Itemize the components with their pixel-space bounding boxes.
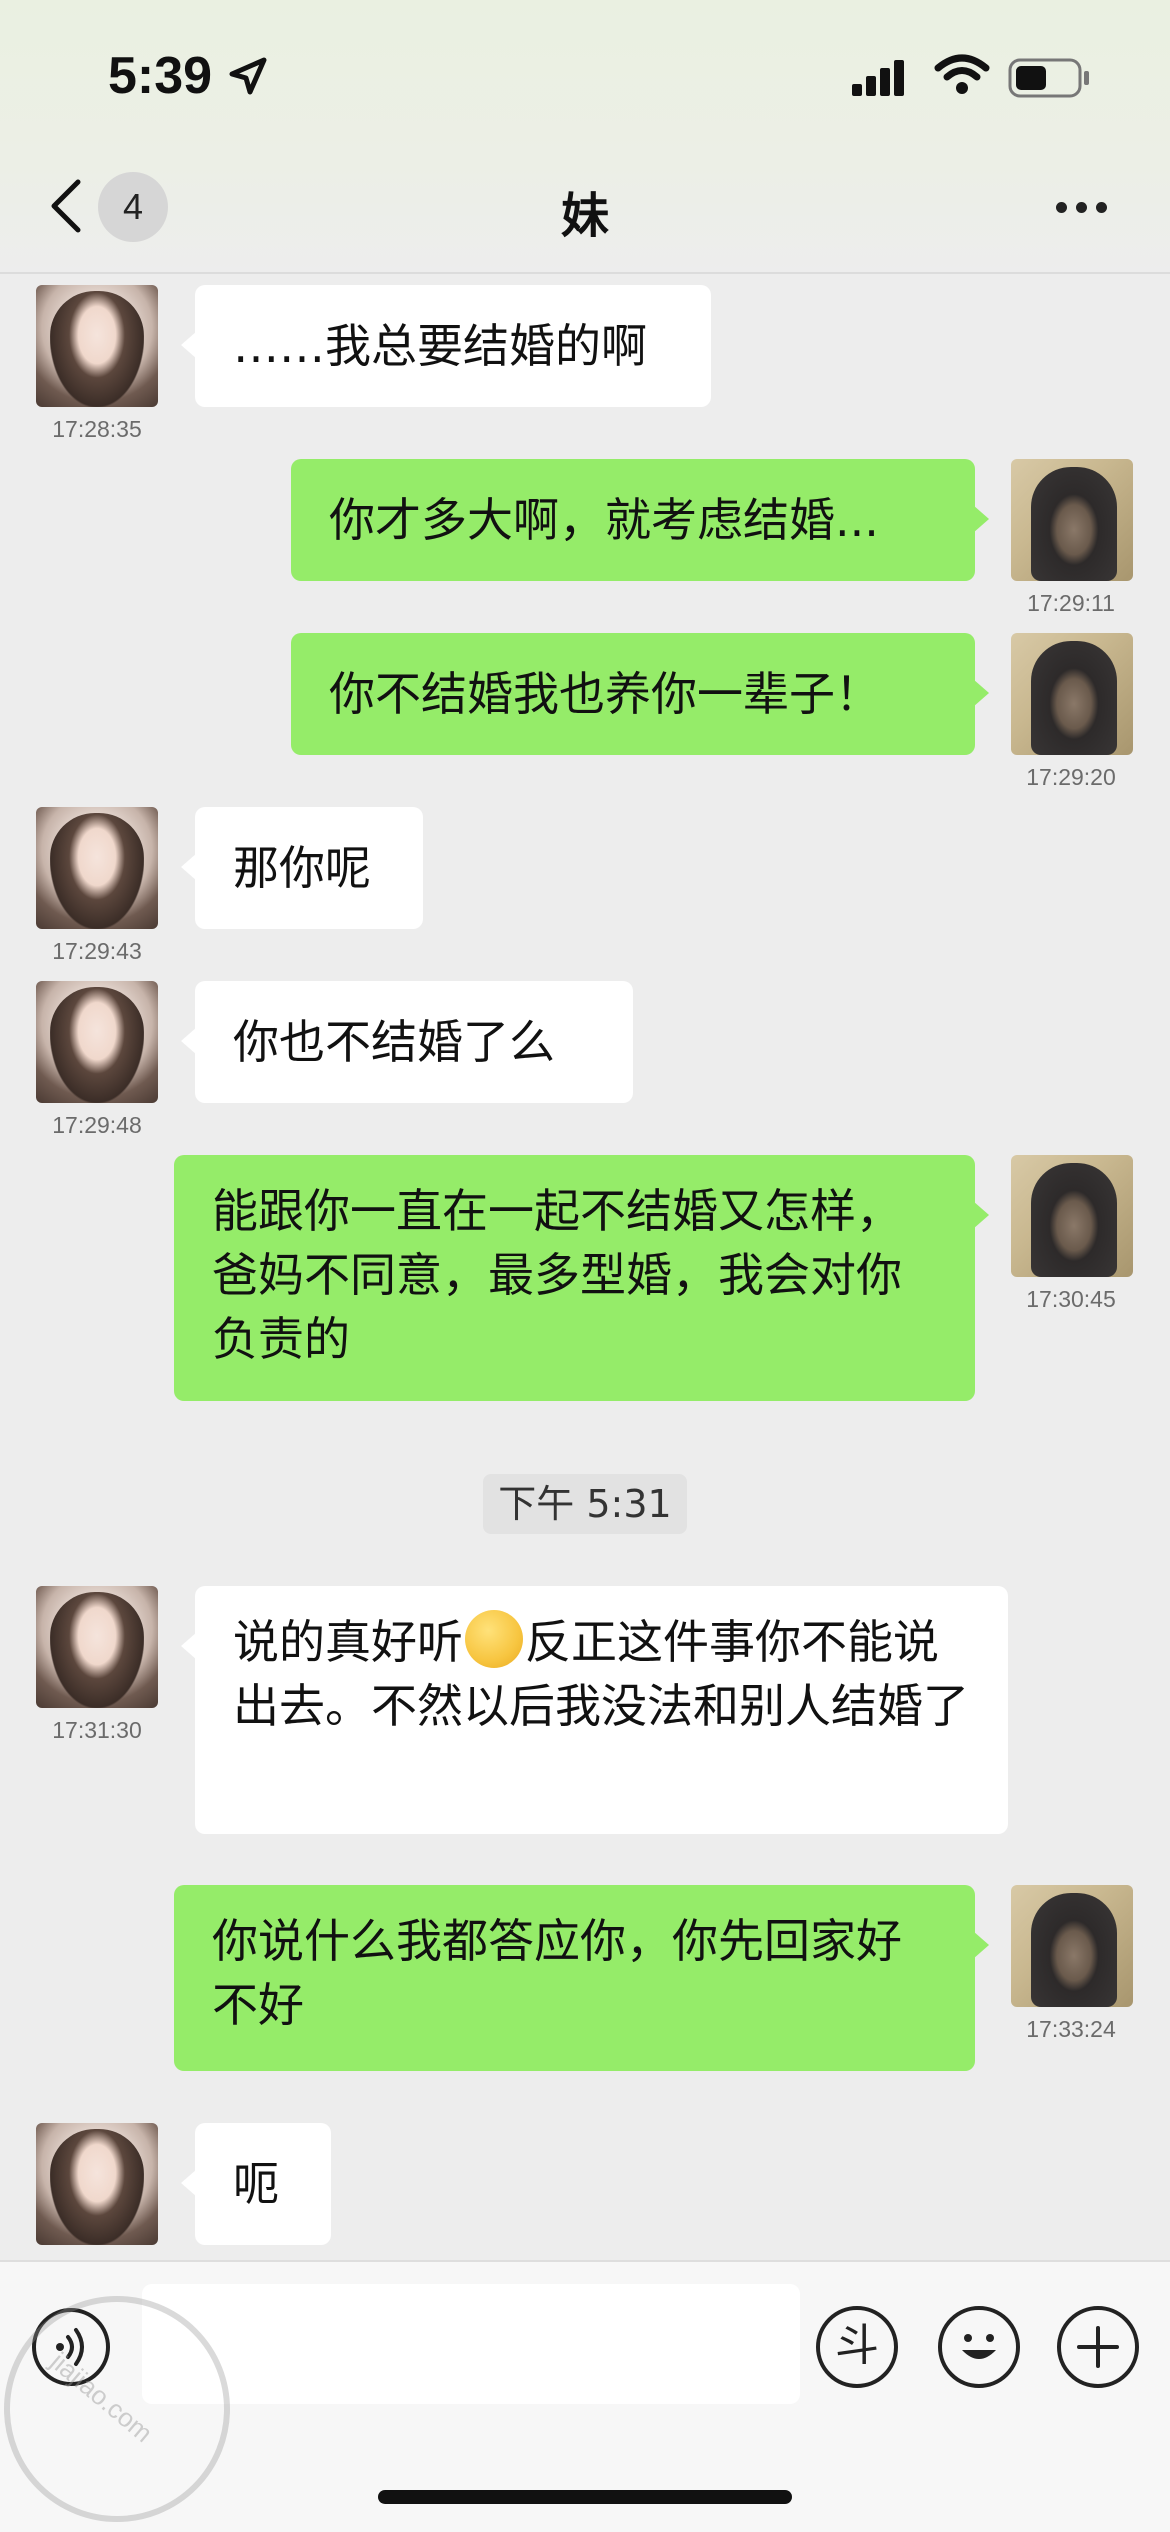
- message-timestamp: 17:29:11: [1027, 590, 1115, 616]
- message-timestamp: 17:33:24: [1026, 2016, 1116, 2042]
- more-icon[interactable]: [1056, 198, 1116, 218]
- message-bubble-received[interactable]: ……我总要结婚的啊: [181, 285, 711, 407]
- message-input[interactable]: [142, 2284, 800, 2404]
- message-bubble-sent[interactable]: 你不结婚我也养你一辈子！: [291, 633, 989, 755]
- wifi-icon: [934, 54, 990, 94]
- message-bubble-sent[interactable]: 你才多大啊，就考虑结婚...: [291, 459, 989, 581]
- contact-avatar[interactable]: [36, 807, 158, 929]
- message-timestamp: 17:29:43: [52, 938, 142, 964]
- message-text: 说的真好听: [233, 1615, 463, 1669]
- my-avatar[interactable]: [1011, 459, 1133, 581]
- message-bubble-sent[interactable]: 能跟你一直在一起不结婚又怎样，爸妈不同意，最多型婚，我会对你负责的: [174, 1155, 989, 1401]
- message-timestamp: 17:29:20: [1026, 764, 1116, 790]
- emoji-icon[interactable]: [938, 2306, 1020, 2388]
- chat-title: 妹: [560, 188, 609, 244]
- my-avatar[interactable]: [1011, 1155, 1133, 1277]
- contact-avatar[interactable]: [36, 981, 158, 1103]
- battery-icon: [1008, 58, 1089, 98]
- message-bubble-received[interactable]: 那你呢: [181, 807, 423, 929]
- plus-icon[interactable]: [1057, 2306, 1139, 2388]
- signal-icon: [852, 60, 904, 96]
- contact-avatar[interactable]: [36, 2123, 158, 2245]
- message-timestamp: 17:28:35: [52, 416, 142, 442]
- message-timestamp: 17:29:48: [52, 1112, 142, 1138]
- my-avatar[interactable]: [1011, 1885, 1133, 2007]
- sneeze-emoji-icon: [465, 1610, 523, 1668]
- status-time: 5:39: [108, 47, 213, 105]
- message-bubble-received[interactable]: 呃: [181, 2123, 331, 2245]
- my-avatar[interactable]: [1011, 633, 1133, 755]
- time-divider: 下午 5:31: [483, 1474, 687, 1534]
- contact-avatar[interactable]: [36, 1586, 158, 1708]
- message-bubble-received[interactable]: 你也不结婚了么: [181, 981, 633, 1103]
- home-indicator[interactable]: [378, 2490, 792, 2504]
- contact-avatar[interactable]: [36, 285, 158, 407]
- message-bubble-sent[interactable]: 你说什么我都答应你，你先回家好不好: [174, 1885, 989, 2071]
- message-bubble-received[interactable]: 说的真好听 反正这件事你不能说出去。不然以后我没法和别人结婚了: [181, 1586, 1008, 1834]
- sticker-button[interactable]: 斗: [816, 2306, 898, 2388]
- message-timestamp: 17:30:45: [1026, 1286, 1116, 1312]
- message-timestamp: 17:31:30: [52, 1717, 142, 1743]
- location-arrow-icon: [229, 57, 267, 95]
